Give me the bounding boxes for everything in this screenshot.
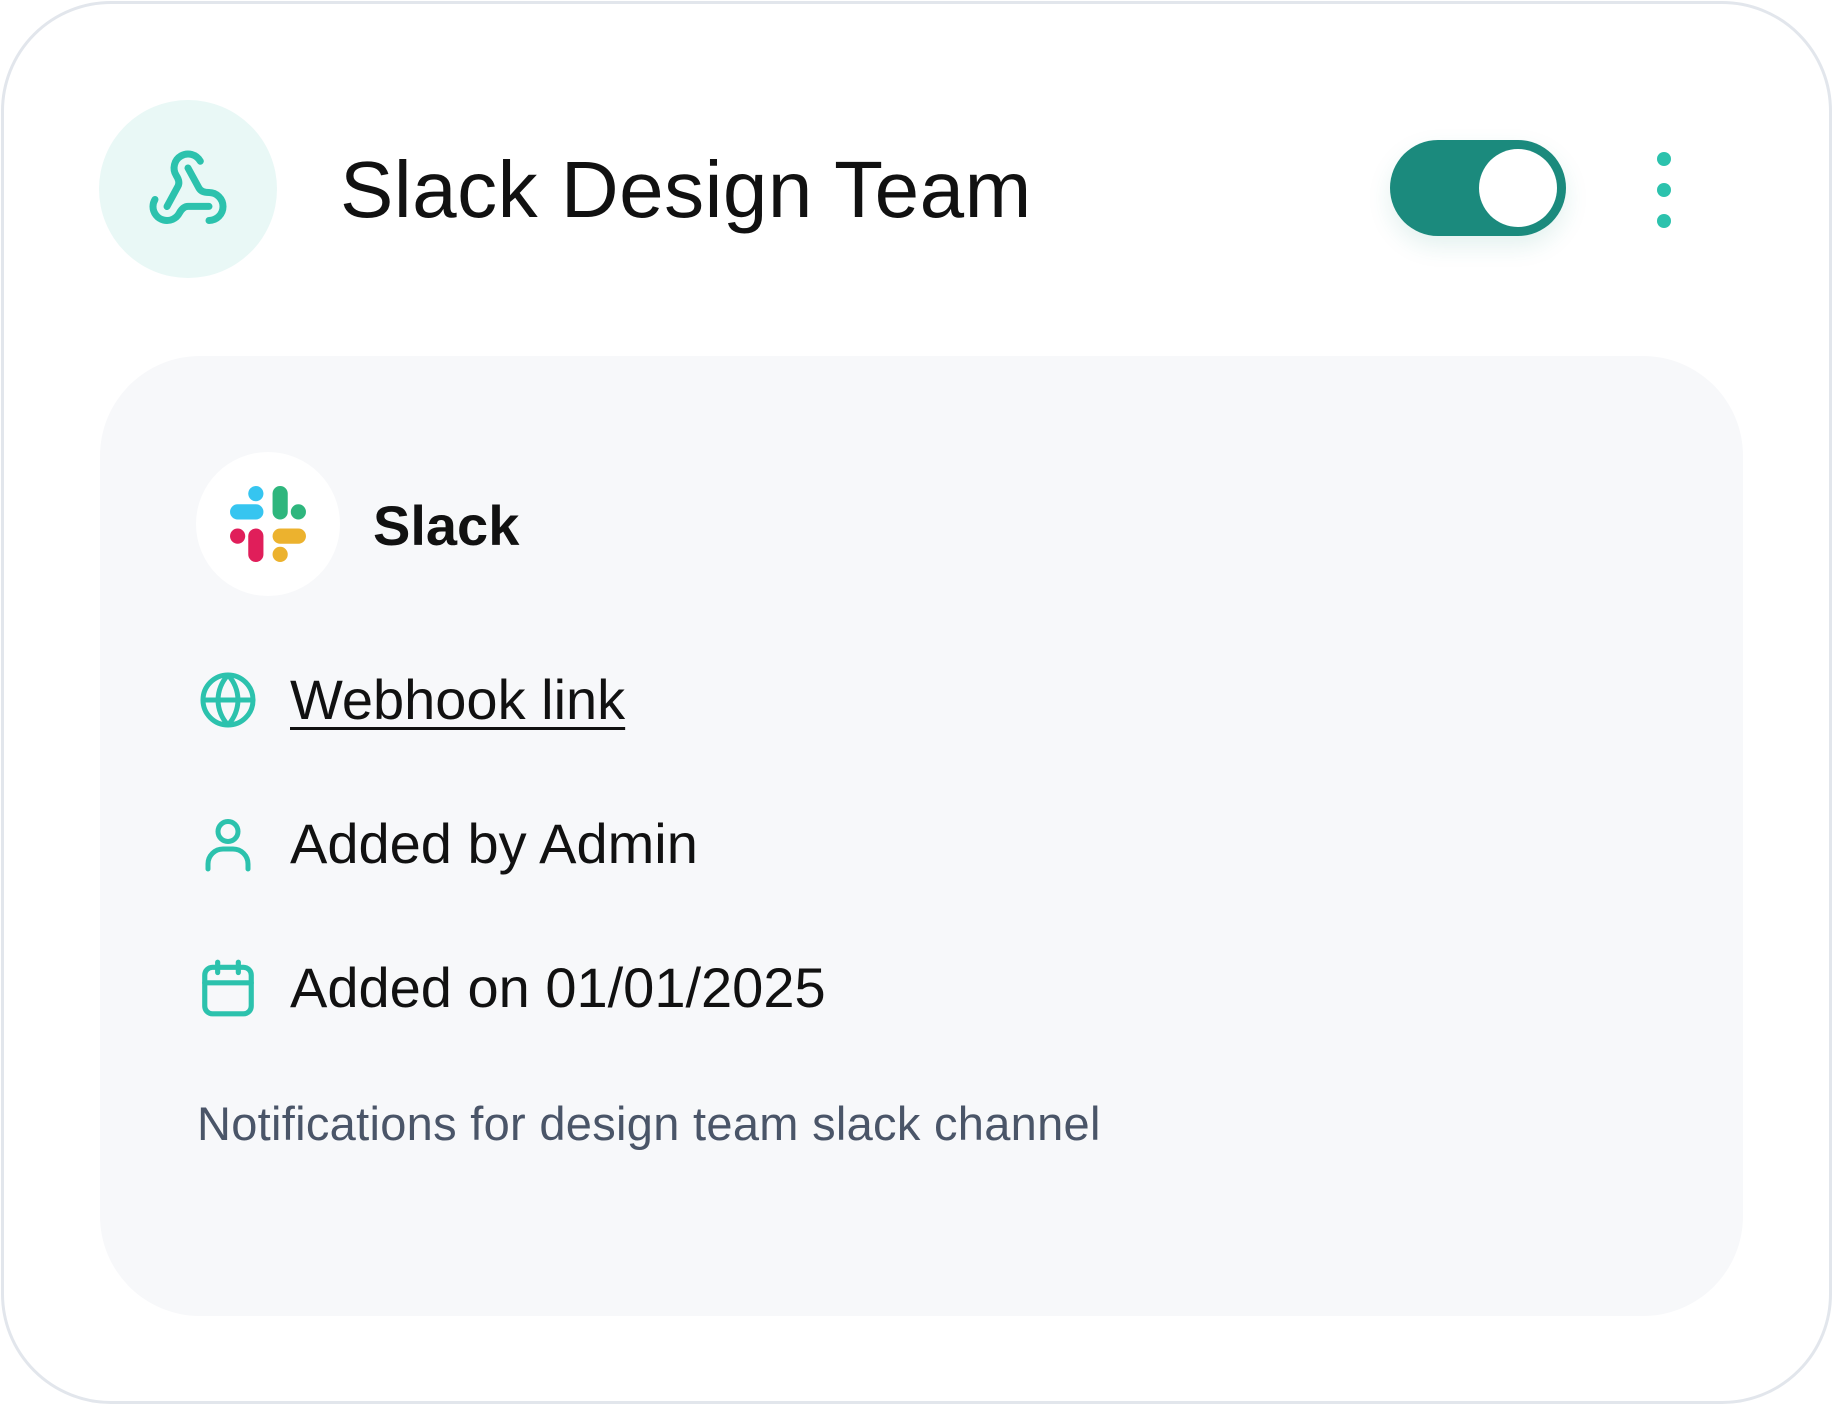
toggle-knob xyxy=(1479,149,1557,227)
webhook-icon-circle xyxy=(99,100,277,278)
globe-icon xyxy=(196,668,260,732)
webhook-row: Webhook link xyxy=(196,665,625,735)
webhook-link[interactable]: Webhook link xyxy=(290,665,625,735)
added-by-text: Added by Admin xyxy=(290,812,698,875)
provider-name: Slack xyxy=(373,494,520,557)
integration-description: Notifications for design team slack chan… xyxy=(197,1097,1101,1150)
added-on-row: Added on 01/01/2025 xyxy=(196,953,826,1023)
slack-logo-icon xyxy=(230,486,306,562)
added-by-row: Added by Admin xyxy=(196,809,698,879)
webhook-icon xyxy=(149,150,227,224)
kebab-menu-icon[interactable] xyxy=(1638,152,1690,228)
user-icon xyxy=(196,812,260,876)
kebab-dot xyxy=(1657,152,1671,166)
integration-card: Slack Design Team Slack Webhook link Add… xyxy=(1,1,1832,1404)
enabled-toggle[interactable] xyxy=(1390,140,1566,236)
slack-logo-circle xyxy=(196,452,340,596)
added-on-text: Added on 01/01/2025 xyxy=(290,956,826,1019)
kebab-dot xyxy=(1657,183,1671,197)
integration-title: Slack Design Team xyxy=(340,145,1032,234)
kebab-dot xyxy=(1657,214,1671,228)
calendar-icon xyxy=(196,956,260,1020)
